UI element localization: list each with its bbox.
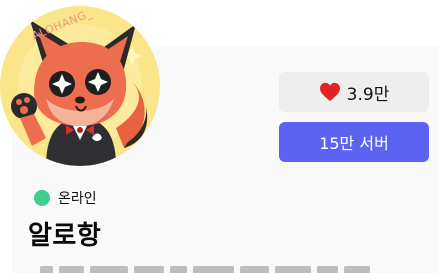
status-dot-icon xyxy=(34,190,50,206)
profile-name: 알로항 xyxy=(28,221,102,251)
online-status: 온라인 xyxy=(34,188,97,208)
profile-avatar[interactable]: ALOHANG_ xyxy=(0,6,160,166)
like-count: 3.9만 xyxy=(346,84,390,105)
heart-icon xyxy=(319,82,340,102)
server-count-button[interactable]: 15만 서버 xyxy=(279,122,429,162)
bio-text-clipped xyxy=(40,266,370,273)
server-count-label: 15만 서버 xyxy=(319,134,389,153)
status-text: 온라인 xyxy=(58,191,97,207)
like-button[interactable]: 3.9만 xyxy=(279,72,429,112)
avatar-illustration xyxy=(0,6,160,166)
